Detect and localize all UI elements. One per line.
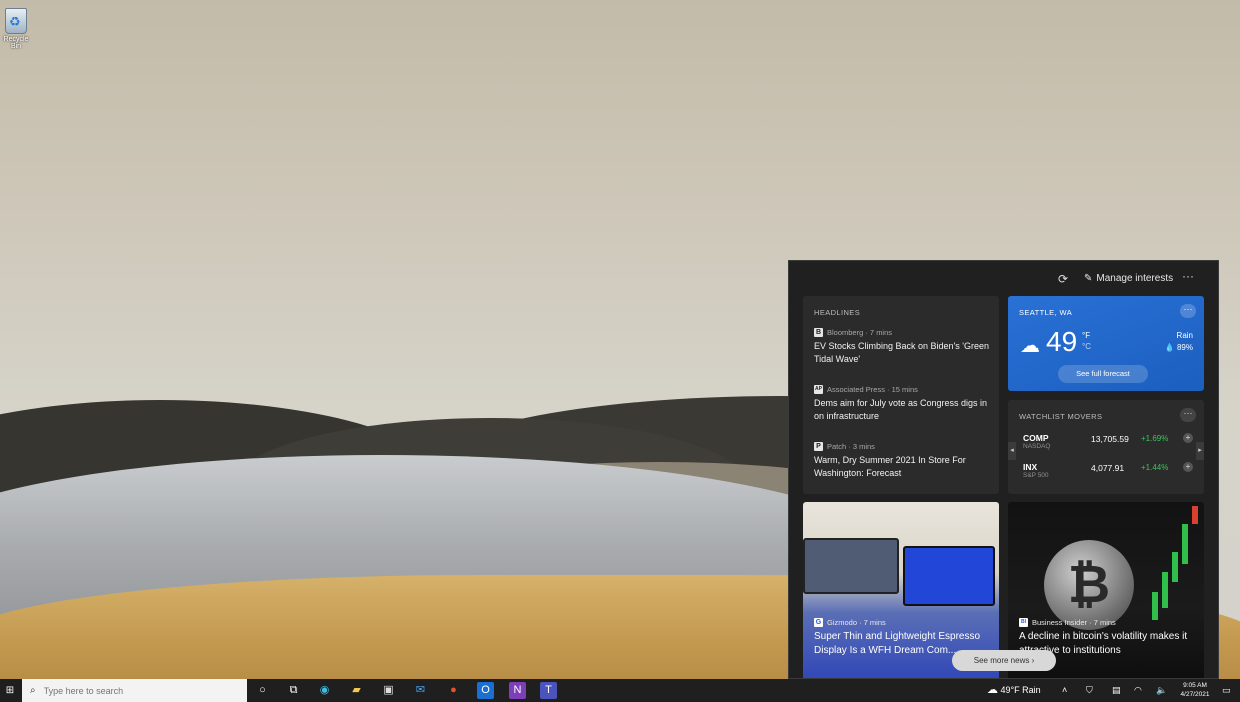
powerpoint-icon[interactable]: ● [445,682,462,699]
outlook-icon[interactable]: O [477,682,494,699]
manage-interests-label: Manage interests [1096,273,1174,284]
more-icon[interactable]: ··· [1182,269,1194,283]
unit-celsius: °C [1082,342,1091,351]
recycle-bin-image [5,8,27,34]
watchlist-more-icon[interactable]: ··· [1180,408,1196,422]
taskbar-weather-text: 49°F Rain [1000,685,1041,695]
story-title: Dems aim for July vote as Congress digs … [814,398,988,421]
cortana-icon[interactable]: ○ [254,682,271,699]
stock-symbol: INX [1023,462,1038,472]
clock-date: 4/27/2021 [1180,691,1210,698]
network-icon[interactable]: ▤ [1112,679,1121,702]
wifi-icon[interactable]: ◠ [1134,679,1142,702]
refresh-icon[interactable]: ⟳ [1058,273,1070,285]
news-interests-panel: ⟳ ✎ Manage interests ··· HEADLINES B Bloo… [788,260,1219,679]
volume-icon[interactable]: 🔈 [1156,679,1167,702]
file-explorer-icon[interactable]: ▰ [348,682,365,699]
chevron-left-icon[interactable]: ◂ [1008,442,1016,460]
stock-change: +1.69% [1141,434,1169,443]
rain-cloud-icon: ☁ [1020,335,1040,357]
clock-time: 9:05 AM [1183,682,1207,689]
headline-story[interactable]: B Bloomberg · 7 mins EV Stocks Climbing B… [814,328,994,365]
weather-more-icon[interactable]: ··· [1180,304,1196,318]
weather-city: SEATTLE, WA [1019,308,1073,317]
temperature-units[interactable]: °F °C [1082,330,1091,352]
stock-row[interactable]: INX S&P 500 4,077.91 +1.44% + [1023,462,1193,484]
see-full-forecast-button[interactable]: See full forecast [1058,365,1148,383]
weather-condition: Rain 💧 89% [1165,330,1193,354]
onenote-icon[interactable]: N [509,682,526,699]
news-image [903,546,995,606]
taskbar: ⊞ ⌕ ○ ⧉ ◉ ▰ ▣ ✉ ● O N T ☁ 49°F Rain ˄ ⛉ … [0,679,1240,702]
windows-start-icon[interactable]: ⊞ [0,679,20,702]
stock-change: +1.44% [1141,463,1169,472]
news-source: Gizmodo · 7 mins [827,618,886,627]
weather-condition-text: Rain [1176,331,1193,340]
chevron-up-icon[interactable]: ˄ [1062,679,1067,702]
rain-cloud-icon: ☁ [987,684,998,696]
story-source: Bloomberg · 7 mins [827,328,893,337]
stock-row[interactable]: COMP NASDAQ 13,705.59 +1.69% + [1023,433,1193,455]
story-title: Warm, Dry Summer 2021 In Store For Washi… [814,455,966,478]
stock-symbol: COMP [1023,433,1049,443]
recycle-bin-label: Recycle Bin [3,36,29,50]
headline-story[interactable]: AP Associated Press · 15 mins Dems aim fo… [814,385,994,422]
story-title: EV Stocks Climbing Back on Biden's 'Gree… [814,341,990,364]
search-input[interactable] [41,684,226,697]
taskbar-weather-button[interactable]: ☁ 49°F Rain [987,679,1041,702]
gizmodo-logo-icon: G [814,618,823,627]
headline-story[interactable]: P Patch · 3 mins Warm, Dry Summer 2021 In… [814,442,994,479]
headlines-card: HEADLINES B Bloomberg · 7 mins EV Stocks … [803,296,999,494]
stock-value: 13,705.59 [1091,434,1129,444]
ap-logo-icon: AP [814,385,823,394]
chart-bars-image [1152,506,1198,620]
stock-exchange: S&P 500 [1023,472,1049,479]
manage-interests-button[interactable]: ✎ Manage interests [1084,273,1173,284]
watchlist-card: WATCHLIST MOVERS ··· ◂ ▸ COMP NASDAQ 13,… [1008,400,1204,494]
unit-fahrenheit: °F [1082,331,1091,340]
chevron-right-icon[interactable]: ▸ [1196,442,1204,460]
add-stock-icon[interactable]: + [1183,433,1193,443]
see-more-news-button[interactable]: See more news › [952,650,1056,671]
system-clock[interactable]: 9:05 AM 4/27/2021 [1172,681,1218,699]
story-source: Patch · 3 mins [827,442,875,451]
mail-icon[interactable]: ✉ [412,682,429,699]
weather-temperature: 49 [1046,326,1078,357]
headlines-title: HEADLINES [814,308,861,317]
weather-card[interactable]: SEATTLE, WA ··· ☁ 49 °F °C Rain 💧 89% Se… [1008,296,1204,391]
news-image [803,538,899,594]
bitcoin-icon: ₿ [1044,540,1134,630]
stock-value: 4,077.91 [1091,463,1125,473]
watchlist-title: WATCHLIST MOVERS [1019,412,1103,421]
shield-icon[interactable]: ⛉ [1086,679,1093,702]
store-icon[interactable]: ▣ [380,682,397,699]
story-source: Associated Press · 15 mins [827,385,918,394]
business-insider-logo-icon: BI [1019,618,1028,627]
edge-icon[interactable]: ◉ [316,682,333,699]
stock-exchange: NASDAQ [1023,443,1051,450]
panel-header: ⟳ ✎ Manage interests ··· [789,261,1218,295]
add-stock-icon[interactable]: + [1183,462,1193,472]
search-icon: ⌕ [30,685,36,696]
taskbar-search-box[interactable]: ⌕ [22,679,247,702]
bloomberg-logo-icon: B [814,328,823,337]
teams-icon[interactable]: T [540,682,557,699]
pencil-icon: ✎ [1084,273,1093,284]
notification-icon[interactable]: ▭ [1222,679,1231,702]
recycle-bin-icon[interactable]: Recycle Bin [2,8,30,50]
precipitation: 💧 89% [1164,343,1193,352]
task-view-icon[interactable]: ⧉ [285,682,302,699]
patch-logo-icon: P [814,442,823,451]
news-source: Business Insider · 7 mins [1032,618,1116,627]
